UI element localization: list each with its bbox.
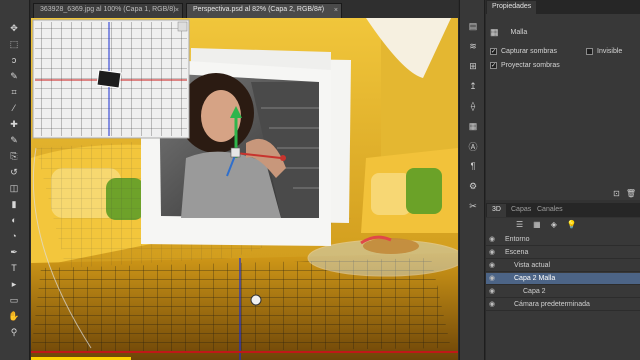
blur-tool-icon[interactable]: ◐ — [6, 214, 22, 226]
visibility-eye-icon[interactable]: ◉ — [489, 300, 498, 309]
new-icon[interactable]: ⊡ — [613, 189, 620, 198]
close-icon[interactable]: × — [175, 7, 179, 14]
filter-icon[interactable]: ☰ — [516, 220, 523, 229]
move-tool-icon[interactable]: ✥ — [6, 22, 22, 34]
invisible-label: Invisible — [597, 48, 623, 55]
tab-label: 363928_6369.jpg al 100% (Capa 1, RGB/8) — [40, 6, 176, 13]
tab-canales[interactable]: Canales — [532, 204, 568, 217]
properties-tabbar: Propiedades — [486, 0, 640, 14]
panels-area: Propiedades ▦ Malla ✓ Capturar sombras I… — [486, 0, 640, 360]
layer-label: Cámara predeterminada — [514, 301, 590, 308]
rectangle-tool-icon[interactable]: ▭ — [6, 294, 22, 306]
tab-363928[interactable]: 363928_6369.jpg al 100% (Capa 1, RGB/8) … — [33, 3, 183, 18]
tab-label: Perspectiva.psd al 82% (Capa 2, RGB/8#) — [193, 6, 325, 13]
history-brush-tool-icon[interactable]: ↺ — [6, 166, 22, 178]
project-shadows-label: Proyectar sombras — [501, 62, 560, 69]
gradient-tool-icon[interactable]: ▮ — [6, 198, 22, 210]
visibility-eye-icon[interactable]: ◉ — [489, 274, 498, 283]
layer-row[interactable]: ◉ Capa 2 — [486, 286, 640, 298]
layer-label: Capa 2 — [523, 288, 546, 295]
layer-row[interactable]: ◉ Vista actual — [486, 260, 640, 272]
layer-label: Entorno — [505, 236, 530, 243]
3d-layers-panel: ☰ ▦ ◈ 💡 ◉ Entorno ◉ Escena ◉ Vista actual ◉ Cap… — [486, 218, 640, 360]
light-icon[interactable]: 💡 — [567, 220, 577, 229]
panel-toggle-icon[interactable]: ⚙ — [466, 180, 480, 192]
layers-toolbar: ☰ ▦ ◈ 💡 — [516, 220, 577, 229]
layer-row[interactable]: ◉ Cámara predeterminada — [486, 299, 640, 311]
close-icon[interactable]: × — [334, 7, 338, 14]
eyedropper-tool-icon[interactable]: ⁄ — [6, 102, 22, 114]
invisible-checkbox[interactable] — [586, 48, 593, 55]
clone-stamp-tool-icon[interactable]: ⎘ — [6, 150, 22, 162]
tools-panel: ✥ ⬚ ↄ ✎ ⌗ ⁄ ✚ ✎ ⎘ ↺ ◫ ▮ ◐ ◔ ✒ T ▸ ▭ ✋ ⚲ — [0, 0, 30, 360]
tab-3d[interactable]: 3D — [487, 204, 506, 217]
capture-shadows-row: ✓ Capturar sombras — [490, 48, 557, 55]
healing-brush-tool-icon[interactable]: ✚ — [6, 118, 22, 130]
document-area: 363928_6369.jpg al 100% (Capa 1, RGB/8) … — [31, 0, 458, 360]
grid-icon[interactable]: ▦ — [533, 220, 541, 229]
visibility-eye-icon[interactable]: ◉ — [489, 248, 498, 257]
panel-toggle-icon[interactable]: ✂ — [466, 200, 480, 212]
eraser-tool-icon[interactable]: ◫ — [6, 182, 22, 194]
brush-tool-icon[interactable]: ✎ — [6, 134, 22, 146]
layer-label: Capa 2 Malla — [514, 275, 556, 282]
trash-icon[interactable]: 🗑 — [626, 189, 636, 198]
project-shadows-row: ✓ Proyectar sombras — [490, 62, 560, 69]
tab-perspectiva[interactable]: Perspectiva.psd al 82% (Capa 2, RGB/8#) … — [186, 3, 342, 18]
panel-toggle-icon[interactable]: ¶ — [466, 160, 480, 172]
canvas-illustration — [31, 18, 458, 360]
pen-tool-icon[interactable]: ✒ — [6, 246, 22, 258]
layers-tabbar: 3D Capas Canales — [486, 203, 640, 217]
capture-shadows-checkbox[interactable]: ✓ — [490, 48, 497, 55]
section-title: Malla — [510, 29, 528, 36]
dodge-tool-icon[interactable]: ◔ — [6, 230, 22, 242]
layer-row[interactable]: ◉ Capa 2 Malla — [486, 273, 640, 285]
crop-tool-icon[interactable]: ⌗ — [6, 86, 22, 98]
properties-panel: ▦ Malla ✓ Capturar sombras Invisible ✓ P… — [486, 14, 640, 200]
invisible-row: Invisible — [586, 48, 622, 55]
document-tabs: 363928_6369.jpg al 100% (Capa 1, RGB/8) … — [31, 0, 458, 18]
panel-toggle-icon[interactable]: ▤ — [466, 20, 480, 32]
type-tool-icon[interactable]: T — [6, 262, 22, 274]
visibility-eye-icon[interactable]: ◉ — [489, 287, 498, 296]
path-select-tool-icon[interactable]: ▸ — [6, 278, 22, 290]
hand-tool-icon[interactable]: ✋ — [6, 310, 22, 322]
mesh-icon[interactable]: ◈ — [551, 220, 557, 229]
layer-row[interactable]: ◉ Escena — [486, 247, 640, 259]
panel-icon-strip: ▤ ≋ ⊞ ↥ ⟠ ▦ Ⓐ ¶ ⚙ ✂ — [459, 0, 485, 360]
properties-footer: ⊡ 🗑 — [613, 189, 636, 198]
marquee-tool-icon[interactable]: ⬚ — [6, 38, 22, 50]
panel-toggle-icon[interactable]: ⟠ — [466, 100, 480, 112]
canvas[interactable] — [31, 18, 458, 360]
tab-properties[interactable]: Propiedades — [487, 1, 537, 14]
visibility-eye-icon[interactable]: ◉ — [489, 261, 498, 270]
mesh-header: ▦ Malla — [490, 27, 527, 38]
quick-select-tool-icon[interactable]: ✎ — [6, 70, 22, 82]
panel-toggle-icon[interactable]: ⊞ — [466, 60, 480, 72]
lasso-tool-icon[interactable]: ↄ — [6, 54, 22, 66]
mesh-icon: ▦ — [490, 27, 499, 37]
panel-toggle-icon[interactable]: ↥ — [466, 80, 480, 92]
zoom-tool-icon[interactable]: ⚲ — [6, 326, 22, 338]
capture-shadows-label: Capturar sombras — [501, 48, 558, 55]
layer-label: Escena — [505, 249, 529, 256]
panel-toggle-icon[interactable]: ≋ — [466, 40, 480, 52]
layer-row[interactable]: ◉ Entorno — [486, 234, 640, 246]
layer-label: Vista actual — [514, 262, 551, 269]
visibility-eye-icon[interactable]: ◉ — [489, 235, 498, 244]
panel-toggle-icon[interactable]: ▦ — [466, 120, 480, 132]
project-shadows-checkbox[interactable]: ✓ — [490, 62, 497, 69]
panel-toggle-icon[interactable]: Ⓐ — [466, 140, 480, 152]
